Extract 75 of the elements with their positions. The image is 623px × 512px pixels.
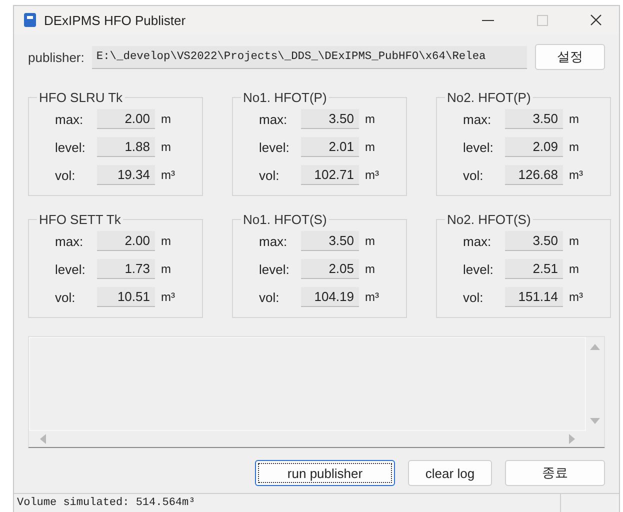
tank-title: HFO SLRU Tk [38, 90, 124, 105]
unit-label: m [365, 112, 375, 126]
value-field[interactable]: 2.51 [505, 259, 563, 279]
field-label: level: [259, 140, 290, 154]
value-field[interactable]: 19.34 [97, 165, 155, 185]
path-field[interactable]: E:\_develop\VS2022\Projects\_DDS_\DExIPMS_PubHFO\x64\Relea [92, 46, 527, 68]
value-field[interactable]: 3.50 [301, 109, 359, 129]
close-icon[interactable] [590, 14, 602, 26]
field-label: max: [463, 234, 492, 248]
action-button[interactable]: run publisher [255, 460, 395, 486]
scroll-left-icon[interactable] [39, 434, 47, 444]
field-label: level: [55, 140, 86, 154]
unit-label: m [161, 234, 171, 248]
maximize-icon[interactable] [536, 14, 548, 26]
field-label: vol: [55, 168, 76, 182]
action-button[interactable]: 종료 [505, 460, 605, 486]
unit-label: m [365, 234, 375, 248]
tank-title: No1. HFOT(P) [242, 90, 328, 105]
unit-label: m [161, 140, 171, 154]
value-field[interactable]: 2.09 [505, 137, 563, 157]
window-title: DExIPMS HFO Publister [44, 12, 187, 28]
field-label: vol: [259, 168, 280, 182]
field-label: max: [55, 112, 84, 126]
field-label: vol: [55, 290, 76, 304]
value-field[interactable]: 104.19 [301, 287, 359, 307]
field-label: vol: [259, 290, 280, 304]
field-label: max: [259, 112, 288, 126]
unit-label: m [569, 112, 579, 126]
scroll-down-icon[interactable] [590, 417, 600, 425]
field-label: max: [55, 234, 84, 248]
tank-title: HFO SETT Tk [38, 212, 122, 227]
app-icon [24, 13, 36, 27]
value-field[interactable]: 2.05 [301, 259, 359, 279]
value-field[interactable]: 126.68 [505, 165, 563, 185]
tank-title: No2. HFOT(P) [446, 90, 532, 105]
scroll-right-icon[interactable] [568, 434, 576, 444]
unit-label: m [365, 140, 375, 154]
settings-button[interactable]: 설정 [535, 44, 605, 70]
field-label: level: [463, 262, 494, 276]
unit-label: m [569, 234, 579, 248]
value-field[interactable]: 102.71 [301, 165, 359, 185]
field-label: max: [259, 234, 288, 248]
action-button[interactable]: clear log [408, 460, 492, 486]
unit-label: m [161, 112, 171, 126]
unit-label: m [365, 262, 375, 276]
field-label: level: [463, 140, 494, 154]
value-field[interactable]: 1.88 [97, 137, 155, 157]
value-field[interactable]: 10.51 [97, 287, 155, 307]
status-text: Volume simulated: 514.564m³ [16, 496, 196, 511]
value-field[interactable]: 3.50 [301, 231, 359, 251]
unit-label: m [161, 262, 171, 276]
value-field[interactable]: 1.73 [97, 259, 155, 279]
value-field[interactable]: 2.01 [301, 137, 359, 157]
value-field[interactable]: 3.50 [505, 109, 563, 129]
value-field[interactable]: 2.00 [97, 109, 155, 129]
value-field[interactable]: 2.00 [97, 231, 155, 251]
tank-title: No2. HFOT(S) [446, 212, 532, 227]
unit-label: m³ [569, 290, 583, 304]
unit-label: m³ [365, 168, 379, 182]
value-field[interactable]: 3.50 [505, 231, 563, 251]
field-label: vol: [463, 290, 484, 304]
unit-label: m [569, 140, 579, 154]
value-field[interactable]: 151.14 [505, 287, 563, 307]
field-label: vol: [463, 168, 484, 182]
unit-label: m³ [569, 168, 583, 182]
field-label: level: [55, 262, 86, 276]
field-label: max: [463, 112, 492, 126]
scroll-up-icon[interactable] [590, 343, 600, 351]
publisher-label: publisher: [28, 50, 84, 64]
unit-label: m [569, 262, 579, 276]
tank-title: No1. HFOT(S) [242, 212, 328, 227]
unit-label: m³ [161, 168, 175, 182]
field-label: level: [259, 262, 290, 276]
unit-label: m³ [365, 290, 379, 304]
unit-label: m³ [161, 290, 175, 304]
